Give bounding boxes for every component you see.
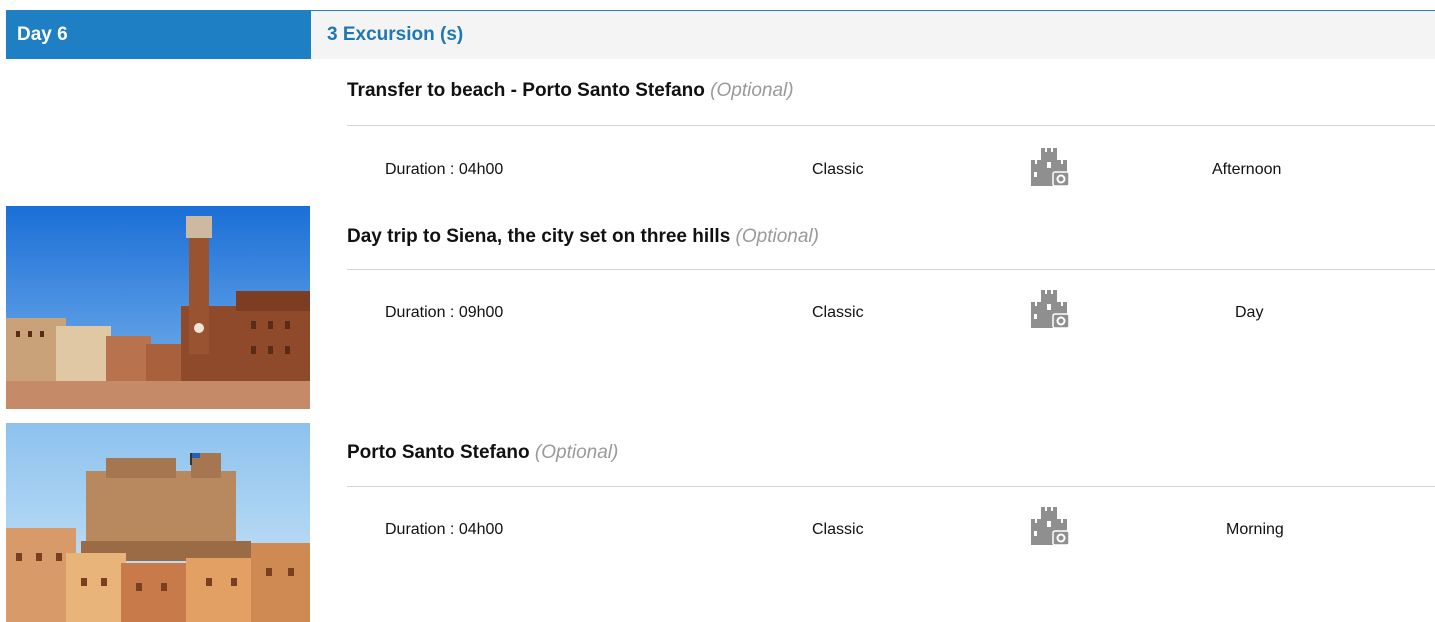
castle-camera-icon: [1031, 148, 1070, 187]
duration: Duration : 04h00: [385, 521, 504, 538]
category: Classic: [812, 521, 864, 538]
excursion-title-row[interactable]: Transfer to beach - Porto Santo Stefano …: [347, 80, 794, 102]
excursion-title-row[interactable]: Porto Santo Stefano (Optional): [347, 442, 618, 464]
porto-santo-stefano-photo[interactable]: [6, 423, 310, 622]
optional-tag: (Optional): [735, 226, 819, 247]
time-of-day: Afternoon: [1212, 161, 1282, 178]
divider: [347, 269, 1435, 270]
day-header: Day 6 3 Excursion (s): [6, 10, 1435, 59]
divider: [347, 486, 1435, 487]
optional-tag: (Optional): [534, 442, 619, 463]
optional-tag: (Optional): [710, 80, 794, 101]
siena-photo[interactable]: [6, 206, 310, 409]
category: Classic: [812, 161, 864, 178]
castle-camera-icon: [1031, 290, 1070, 329]
excursion-item: Porto Santo Stefano (Optional) Duration …: [347, 442, 1435, 562]
excursion-title[interactable]: Transfer to beach - Porto Santo Stefano: [347, 80, 705, 101]
excursion-item: Day trip to Siena, the city set on three…: [347, 226, 1435, 346]
excursion-title-row[interactable]: Day trip to Siena, the city set on three…: [347, 226, 819, 248]
duration: Duration : 04h00: [385, 161, 504, 178]
excursion-title[interactable]: Porto Santo Stefano: [347, 442, 530, 463]
castle-camera-icon: [1031, 507, 1070, 546]
divider: [347, 125, 1435, 126]
category: Classic: [812, 304, 864, 321]
duration: Duration : 09h00: [385, 304, 504, 321]
excursion-title[interactable]: Day trip to Siena, the city set on three…: [347, 226, 730, 247]
day-label: Day 6: [6, 11, 311, 59]
time-of-day: Day: [1235, 304, 1264, 321]
excursion-item: Transfer to beach - Porto Santo Stefano …: [347, 80, 1435, 200]
time-of-day: Morning: [1226, 521, 1284, 538]
excursion-count: 3 Excursion (s): [327, 24, 464, 45]
